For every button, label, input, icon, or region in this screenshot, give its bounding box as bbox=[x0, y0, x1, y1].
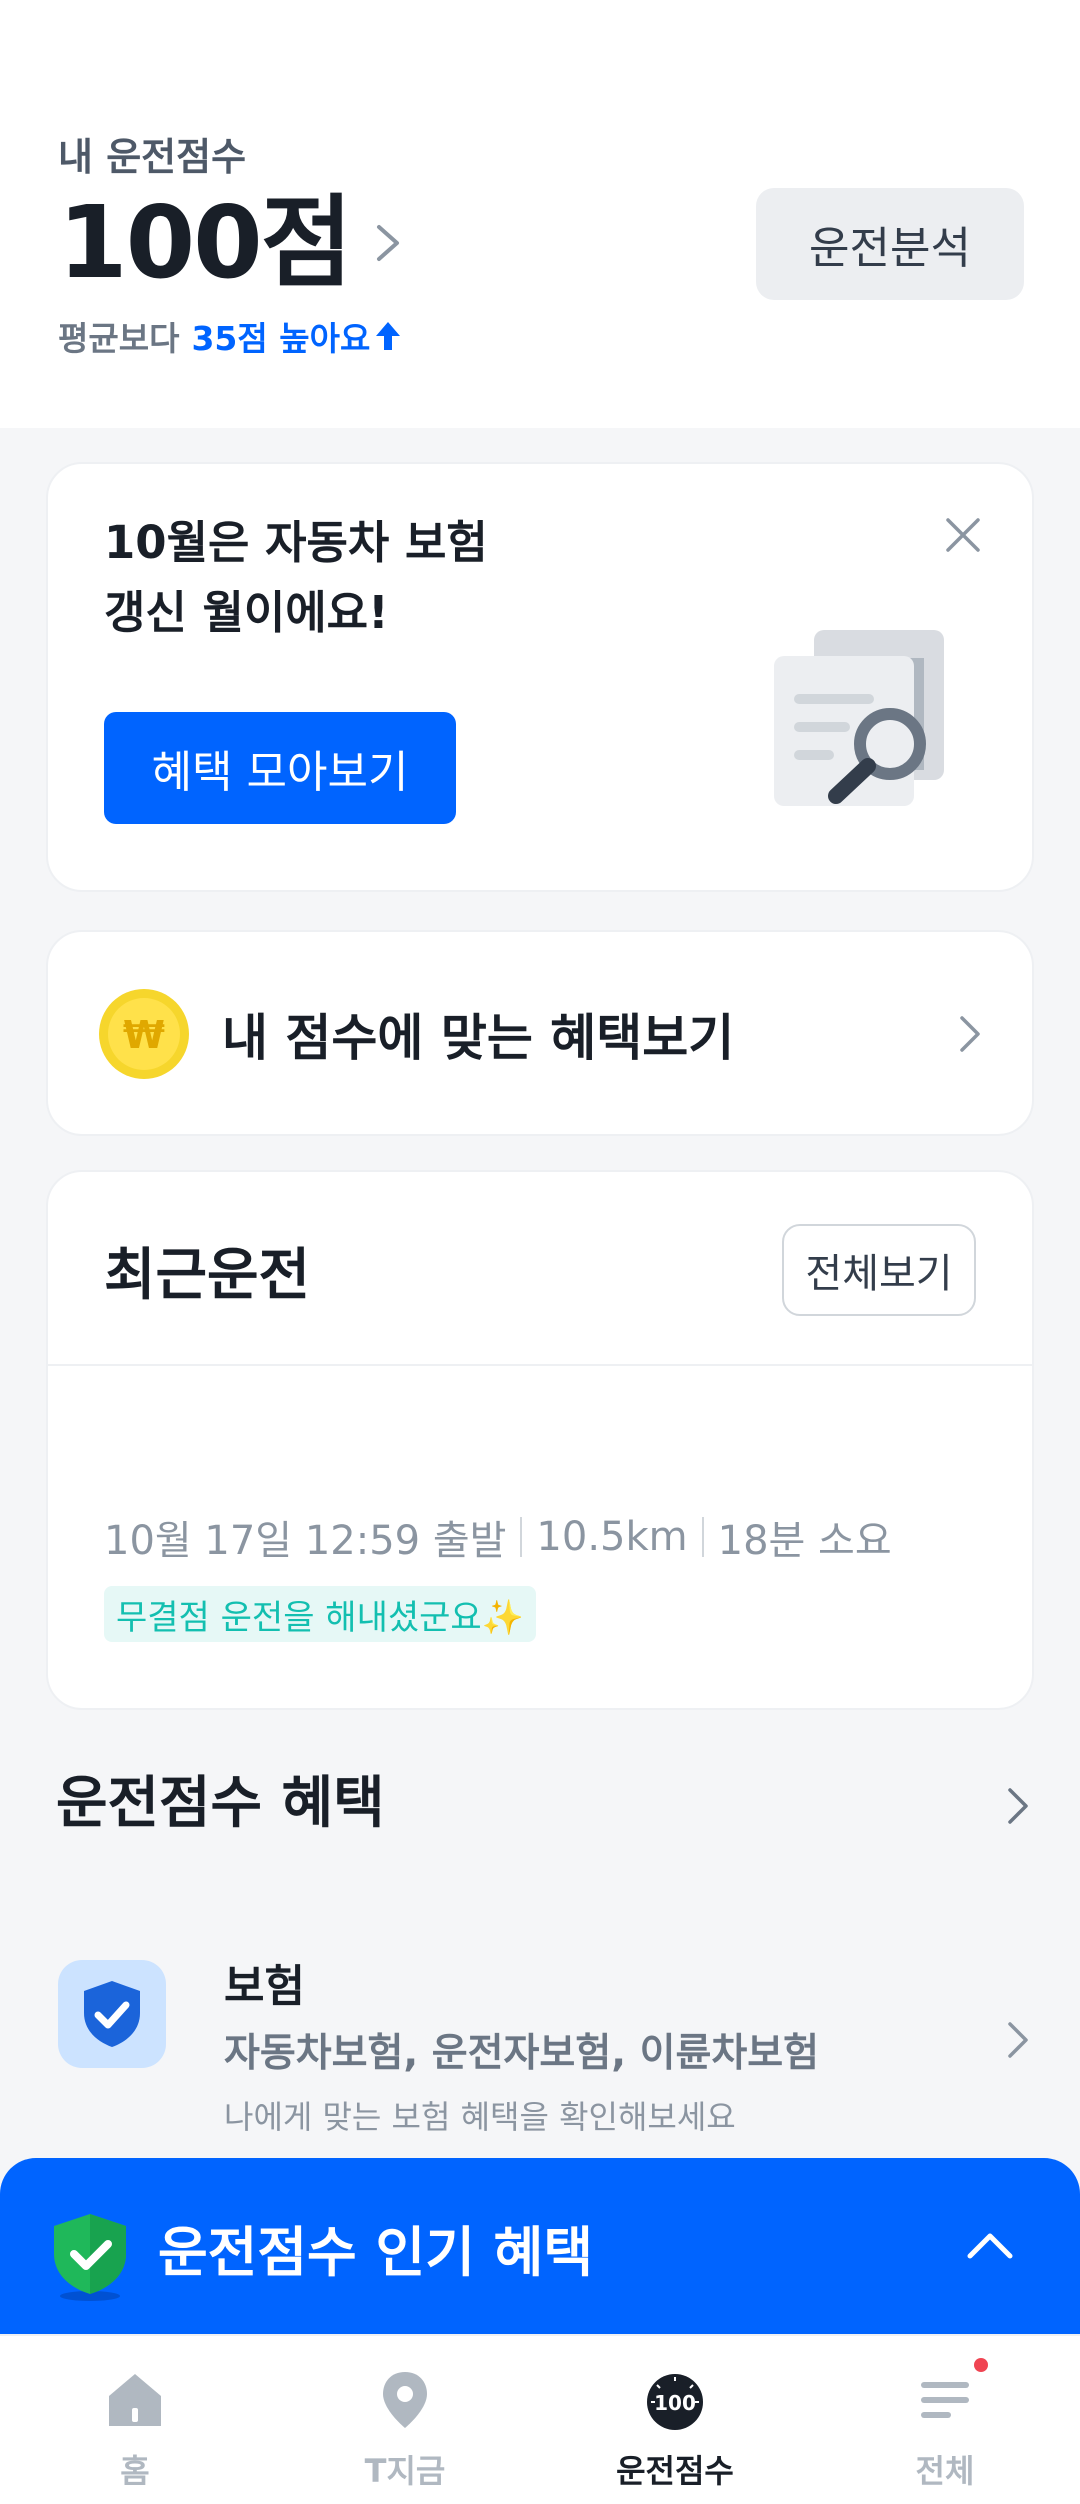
trip-departure: 10월 17일 12:59 출발 bbox=[104, 1518, 507, 1564]
recent-driving-card: 최근운전 전체보기 10월 17일 12:59 출발 10.5km 18분 소요… bbox=[46, 1170, 1034, 1710]
tab-home[interactable]: 홈 bbox=[0, 2336, 270, 2504]
view-benefits-button[interactable]: 혜택 모아보기 bbox=[104, 712, 456, 824]
chevron-up-icon[interactable] bbox=[966, 2230, 1014, 2260]
driving-analysis-button[interactable]: 운전분석 bbox=[756, 188, 1024, 300]
score-summary[interactable]: 100점 bbox=[58, 188, 403, 298]
insurance-title: 보험 bbox=[224, 1961, 305, 2012]
tab-label: 홈 bbox=[120, 2452, 150, 2490]
promo-title-line1: 10월은 자동차 보험 bbox=[104, 516, 488, 569]
insurance-tile bbox=[58, 1960, 166, 2068]
recent-driving-title: 최근운전 bbox=[104, 1243, 311, 1308]
trip-badge: 무결점 운전을 해내셨군요✨ bbox=[104, 1586, 537, 1642]
popular-benefits-title: 운전점수 인기 혜택 bbox=[158, 2221, 594, 2284]
chevron-right-icon bbox=[1008, 2022, 1028, 2058]
compare-prefix: 평균보다 bbox=[58, 319, 180, 358]
score-comparison: 평균보다 35점 높아요 bbox=[58, 312, 402, 360]
score-value[interactable]: 100점 bbox=[58, 188, 353, 298]
trip-distance: 10.5km bbox=[536, 1514, 688, 1560]
benefits-section-title[interactable]: 운전점수 혜택 bbox=[56, 1758, 385, 1839]
score-header: 내 운전점수 100점 평균보다 35점 높아요 운전분석 bbox=[0, 0, 1080, 428]
insurance-renewal-card: 10월은 자동차 보험 갱신 월이에요! 혜택 모아보기 bbox=[46, 462, 1034, 892]
tab-label: T지금 bbox=[364, 2452, 446, 2490]
green-shield-icon bbox=[54, 2214, 126, 2301]
promo-title: 10월은 자동차 보험 갱신 월이에요! bbox=[104, 508, 488, 648]
trip-summary[interactable]: 10월 17일 12:59 출발 10.5km 18분 소요 bbox=[104, 1508, 892, 1566]
coin-symbol: ₩ bbox=[123, 1013, 165, 1057]
tab-driving-score[interactable]: 100 운전점수 bbox=[540, 2336, 810, 2504]
document-search-icon bbox=[774, 630, 944, 806]
chevron-right-icon[interactable] bbox=[373, 221, 403, 265]
divider bbox=[48, 1364, 1032, 1366]
tab-all[interactable]: 전체 bbox=[810, 2336, 1080, 2504]
bottom-tab-bar: 홈 T지금 100 운전점수 전체 bbox=[0, 2334, 1080, 2504]
notification-dot bbox=[974, 2358, 988, 2372]
score-gauge-icon: 100 bbox=[647, 2374, 703, 2430]
insurance-benefit-item[interactable]: 보험 자동차보험, 운전자보험, 이륜차보험 나에게 맞는 보험 혜택을 확인해… bbox=[0, 1920, 1080, 2136]
arrow-up-icon bbox=[376, 322, 401, 350]
trip-duration: 18분 소요 bbox=[717, 1518, 892, 1564]
chevron-right-icon[interactable] bbox=[1006, 1786, 1030, 1826]
chevron-right-icon bbox=[960, 1016, 980, 1052]
tab-label: 운전점수 bbox=[616, 2452, 734, 2490]
insurance-subtitle: 자동차보험, 운전자보험, 이륜차보험 bbox=[224, 2031, 819, 2076]
tab-label: 전체 bbox=[915, 2452, 975, 2490]
location-pin-icon bbox=[383, 2372, 427, 2428]
score-benefits-label: 내 점수에 맞는 혜택보기 bbox=[222, 1009, 735, 1067]
view-all-button[interactable]: 전체보기 bbox=[782, 1224, 976, 1316]
separator bbox=[520, 1517, 523, 1557]
separator bbox=[701, 1517, 704, 1557]
gauge-value: 100 bbox=[654, 2391, 696, 2415]
shield-check-icon bbox=[84, 1981, 140, 2047]
menu-icon bbox=[921, 2382, 969, 2418]
popular-benefits-bar[interactable]: 운전점수 인기 혜택 bbox=[0, 2158, 1080, 2338]
insurance-description: 나에게 맞는 보험 혜택을 확인해보세요 bbox=[224, 2098, 736, 2136]
compare-highlight: 35점 높아요 bbox=[191, 319, 371, 358]
tab-tnow[interactable]: T지금 bbox=[270, 2336, 540, 2504]
won-coin-icon: ₩ bbox=[99, 989, 189, 1079]
score-benefits-row[interactable]: ₩ 내 점수에 맞는 혜택보기 bbox=[46, 930, 1034, 1136]
score-label: 내 운전점수 bbox=[58, 135, 247, 179]
home-icon bbox=[109, 2374, 161, 2426]
close-icon[interactable] bbox=[944, 516, 982, 554]
promo-title-line2: 갱신 월이에요! bbox=[104, 586, 389, 639]
